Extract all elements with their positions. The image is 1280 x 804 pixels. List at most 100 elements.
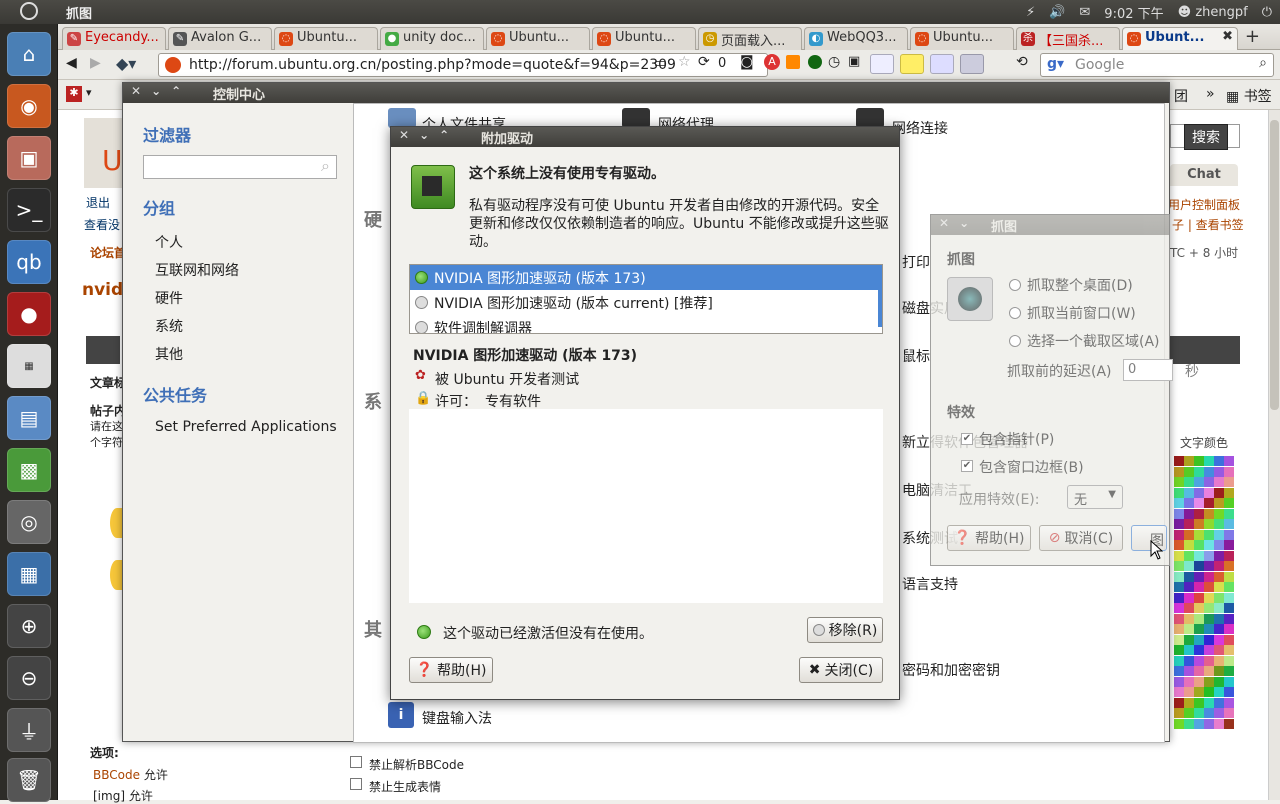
workspace-switcher-icon[interactable]: ▦ [7,552,51,596]
color-swatch[interactable] [1204,487,1214,498]
tab-8[interactable]: ◐ WebQQ3... [804,27,908,50]
disable-bbcode-checkbox[interactable] [350,756,362,768]
color-swatch[interactable] [1214,687,1224,697]
color-swatch[interactable] [1214,550,1224,561]
color-swatch[interactable] [1204,676,1214,687]
color-swatch[interactable] [1214,508,1224,519]
text-editor-icon[interactable]: ▤ [7,396,51,440]
color-swatch[interactable] [1194,592,1204,603]
minimize-icon[interactable]: ⌄ [151,84,161,98]
camera-icon[interactable]: ◙ [740,54,754,70]
new-tab-icon[interactable]: + [1245,26,1260,47]
color-swatch[interactable] [1184,645,1194,655]
color-swatch[interactable] [1224,550,1234,561]
color-swatch[interactable] [1174,477,1184,487]
group-internet[interactable]: 互联网和网络 [155,260,239,280]
google-search-input[interactable]: g▾ Google ⌕ [1040,53,1274,77]
color-swatch[interactable] [1184,603,1194,613]
color-swatch[interactable] [1204,718,1214,729]
color-swatch[interactable] [1174,708,1184,718]
color-swatch[interactable] [1224,466,1234,477]
weather-cloud-icon[interactable] [930,54,954,74]
color-swatch[interactable] [1184,697,1194,708]
tab-3[interactable]: ◌ Ubuntu... [274,27,378,50]
color-swatch[interactable] [1214,592,1224,603]
close-button[interactable]: ✖ 关闭(C) [799,657,883,683]
zoom-in-icon[interactable]: ⊕ [7,604,51,648]
url-input[interactable]: http://forum.ubuntu.org.cn/posting.php?m… [158,53,768,77]
color-swatch[interactable] [1214,466,1224,477]
item-network-connection[interactable]: 网络连接 [892,118,948,138]
color-swatch[interactable] [1214,477,1224,487]
color-swatch[interactable] [1204,666,1214,676]
drivers-list[interactable]: NVIDIA 图形加速驱动 (版本 173) NVIDIA 图形加速驱动 (版本… [409,264,883,334]
clock[interactable]: 9:02 下午 [1104,3,1163,22]
info-icon[interactable]: i [388,702,414,728]
chat-tab[interactable]: Chat [1170,164,1238,186]
color-swatch[interactable] [1224,697,1234,708]
home-folder-icon[interactable]: ⌂ [7,32,51,76]
color-swatch[interactable] [1204,655,1214,666]
tab-2[interactable]: ✎ Avalon G... [168,27,272,50]
network-proxy-icon[interactable] [622,108,650,128]
color-swatch[interactable] [1224,519,1234,529]
item-passwords-keys[interactable]: 密码和加密密钥 [902,660,1000,680]
rss-icon[interactable] [786,55,800,69]
color-swatch[interactable] [1174,529,1184,540]
back-icon[interactable]: ◀ [66,55,77,71]
more-bookmarks-icon[interactable]: » [1206,86,1215,102]
color-swatch[interactable] [1184,687,1194,697]
refresh-page-icon[interactable]: ⟲ [1016,54,1028,70]
color-swatch[interactable] [1204,498,1214,508]
close-icon[interactable]: ✕ [939,216,949,230]
color-swatch[interactable] [1184,550,1194,561]
color-swatch[interactable] [1224,613,1234,624]
color-swatch[interactable] [1204,582,1214,592]
close-icon[interactable]: ✕ [399,128,409,142]
color-swatch[interactable] [1194,718,1204,729]
color-swatch[interactable] [1174,571,1184,582]
grab-desktop-radio[interactable] [1009,279,1021,291]
weather-sun-icon[interactable] [900,54,924,74]
color-swatch[interactable] [1204,592,1214,603]
color-swatch[interactable] [1224,592,1234,603]
color-swatch[interactable] [1214,666,1224,676]
color-swatch[interactable] [1184,529,1194,540]
color-swatch[interactable] [1174,603,1184,613]
color-swatch[interactable] [1194,477,1204,487]
tab-7[interactable]: ◷ 页面载入... [698,27,802,50]
color-swatch[interactable] [1184,456,1194,466]
color-swatch[interactable] [1204,477,1214,487]
color-swatch[interactable] [1174,519,1184,529]
zoom-out-icon[interactable]: ⊖ [7,656,51,700]
color-swatch[interactable] [1224,624,1234,634]
color-swatch[interactable] [1194,603,1204,613]
close-tab-icon[interactable]: ✖ [1222,29,1233,44]
effect-select[interactable]: 无 ▼ [1067,485,1123,509]
color-swatch[interactable] [1194,466,1204,477]
drivers-titlebar[interactable]: ✕ ⌄ ⌃ 附加驱动 [391,127,899,147]
tab-6[interactable]: ◌ Ubuntu... [592,27,696,50]
trash-icon[interactable]: 🗑 [7,758,51,802]
color-swatch[interactable] [1214,676,1224,687]
color-swatch[interactable] [1204,466,1214,477]
color-swatch[interactable] [1174,645,1184,655]
group-personal[interactable]: 个人 [155,232,183,252]
color-swatch[interactable] [1174,687,1184,697]
color-swatch[interactable] [1224,634,1234,645]
color-swatch[interactable] [1184,540,1194,550]
color-swatch[interactable] [1214,634,1224,645]
item-mouse[interactable]: 鼠标 [902,346,930,366]
color-swatch[interactable] [1224,718,1234,729]
color-swatch[interactable] [1204,540,1214,550]
logout-link[interactable]: 退出 [86,194,110,211]
color-swatch[interactable] [1214,498,1224,508]
color-swatch[interactable] [1184,624,1194,634]
close-icon[interactable]: ✕ [131,84,141,98]
help-button[interactable]: ❓ 帮助(H) [409,657,493,683]
driver-row-173[interactable]: NVIDIA 图形加速驱动 (版本 173) [410,265,880,290]
bookmark-star-icon[interactable]: ✱ [66,86,82,102]
charmap-icon[interactable]: ▦ [7,344,51,388]
color-swatch[interactable] [1204,624,1214,634]
color-swatch[interactable] [1174,487,1184,498]
